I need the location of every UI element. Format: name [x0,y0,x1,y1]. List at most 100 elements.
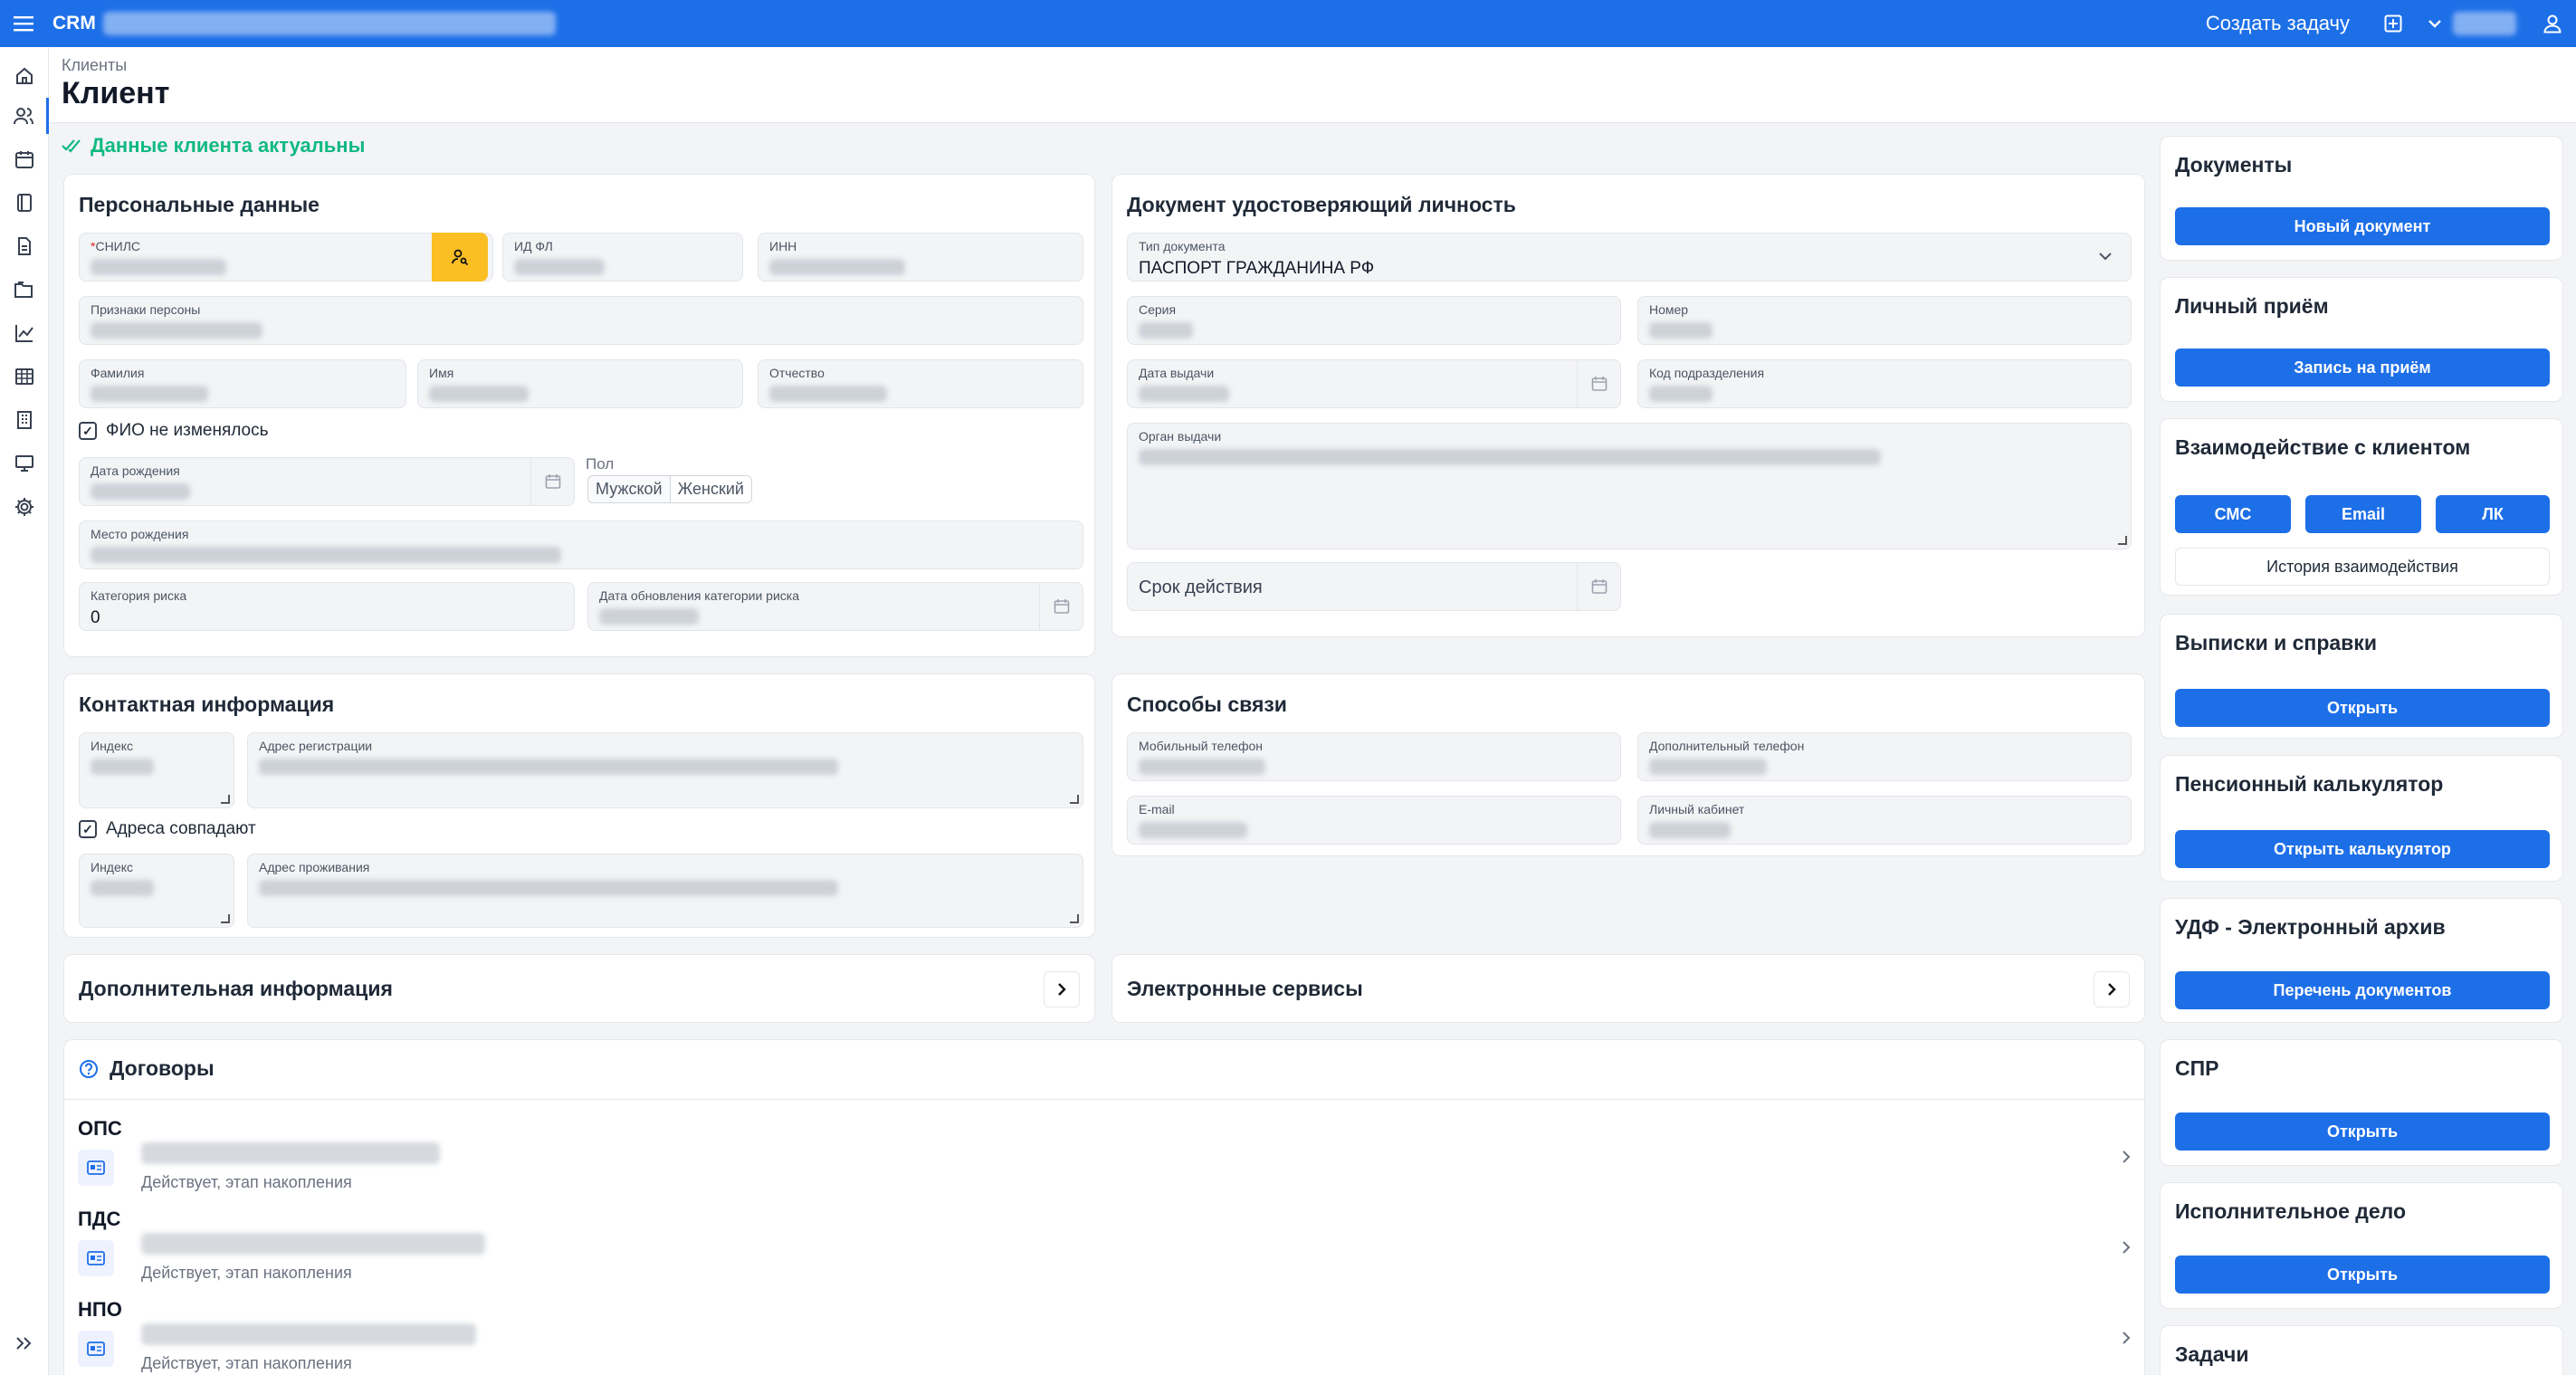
birthdate-field[interactable]: Дата рождения [79,457,575,506]
app-name: CRM [52,13,96,33]
building-icon[interactable] [0,402,49,438]
gender-female-option[interactable]: Женский [669,476,751,502]
user-icon[interactable] [2529,0,2576,47]
dept-code-field[interactable]: Код подразделения [1637,359,2132,408]
resize-handle-icon[interactable] [221,914,230,923]
add-box-icon[interactable] [2370,0,2417,47]
chevron-right-icon[interactable] [1044,971,1080,1007]
resize-handle-icon[interactable] [2118,536,2127,545]
e-services-section[interactable]: Электронные сервисы [1111,954,2145,1023]
issuer-textarea[interactable]: Орган выдачи [1127,423,2132,549]
risk-date-field[interactable]: Дата обновления категории риска [587,582,1083,631]
birthplace-field[interactable]: Место рождения [79,520,1083,569]
book-appointment-button[interactable]: Запись на приём [2175,349,2550,387]
inn-field[interactable]: ИНН [758,233,1083,282]
calendar-picker-icon[interactable] [530,458,574,505]
live-address-field[interactable]: Адрес проживания [247,854,1083,928]
chevron-down-icon[interactable] [2417,0,2453,47]
contract-row-npo[interactable]: НПО Действует, этап накопления [78,1298,2131,1375]
calendar-picker-icon[interactable] [1577,563,1620,610]
document-icon[interactable] [0,228,49,264]
pension-calculator-title: Пенсионный калькулятор [2175,772,2444,796]
folders-icon[interactable] [0,272,49,308]
risk-category-field[interactable]: Категория риска 0 [79,582,575,631]
document-type-select[interactable]: Тип документа ПАСПОРТ ГРАЖДАНИНА РФ [1127,233,2132,282]
menu-icon[interactable] [0,0,47,47]
middlename-field[interactable]: Отчество [758,359,1083,408]
new-document-button[interactable]: Новый документ [2175,207,2550,245]
index-label: Индекс [91,739,134,753]
resize-handle-icon[interactable] [221,795,230,804]
number-field[interactable]: Номер [1637,296,2132,345]
issue-date-field[interactable]: Дата выдачи [1127,359,1621,408]
firstname-field[interactable]: Имя [417,359,743,408]
live-address-label: Адрес проживания [259,860,370,874]
reg-address-field[interactable]: Адрес регистрации [247,732,1083,808]
redacted-inn [769,259,905,275]
contact-info-title: Контактная информация [79,692,335,716]
contract-row-pds[interactable]: ПДС Действует, этап накопления [78,1208,2131,1289]
redacted-birthdate [91,483,190,500]
contract-card-icon [78,1240,114,1276]
interaction-history-button[interactable]: История взаимодействия [2175,548,2550,586]
contract-name: НПО [78,1298,122,1321]
email-field[interactable]: E-mail [1127,796,1621,845]
help-circle-icon[interactable] [79,1059,99,1079]
table-icon[interactable] [0,358,49,395]
breadcrumb[interactable]: Клиенты [62,56,127,75]
create-task-link[interactable]: Создать задачу [2206,12,2350,35]
search-person-button[interactable] [432,233,488,282]
udf-archive-card: УДФ - Электронный архив Перечень докумен… [2160,898,2563,1023]
open-spr-button[interactable]: Открыть [2175,1112,2550,1151]
mobile-phone-field[interactable]: Мобильный телефон [1127,732,1621,781]
email-label: E-mail [1139,802,1175,816]
clients-icon[interactable] [0,98,49,134]
index2-field[interactable]: Индекс [79,854,234,928]
fio-unchanged-checkbox[interactable]: ✓ ФИО не изменялось [79,421,269,441]
series-field[interactable]: Серия [1127,296,1621,345]
redacted-number [1649,322,1713,339]
calendar-icon[interactable] [0,141,49,177]
validity-date-field[interactable]: Срок действия [1127,562,1621,611]
gender-male-option[interactable]: Мужской [588,476,670,502]
index-field[interactable]: Индекс [79,732,234,808]
risk-date-label: Дата обновления категории риска [599,588,799,603]
redacted-firstname [429,386,529,402]
monitor-icon[interactable] [0,445,49,482]
open-statements-button[interactable]: Открыть [2175,689,2550,727]
open-calculator-button[interactable]: Открыть калькулятор [2175,830,2550,868]
settings-gear-icon[interactable] [0,489,49,525]
email-button[interactable]: Email [2305,495,2421,533]
expand-sidebar-icon[interactable] [0,1325,49,1361]
top-bar: CRM Создать задачу [0,0,2576,47]
extra-phone-field[interactable]: Дополнительный телефон [1637,732,2132,781]
enforcement-card: Исполнительное дело Открыть [2160,1182,2563,1309]
statements-title: Выписки и справки [2175,631,2377,654]
analytics-icon[interactable] [0,315,49,351]
idfl-label: ИД ФЛ [514,239,553,253]
personal-cabinet-field[interactable]: Личный кабинет [1637,796,2132,845]
redacted-signs [91,322,262,339]
documents-list-button[interactable]: Перечень документов [2175,971,2550,1009]
lk-button[interactable]: ЛК [2436,495,2550,533]
sms-button[interactable]: СМС [2175,495,2291,533]
home-icon[interactable] [0,58,49,94]
resize-handle-icon[interactable] [1070,795,1079,804]
chevron-right-icon[interactable] [2094,971,2130,1007]
idfl-field[interactable]: ИД ФЛ [502,233,743,282]
resize-handle-icon[interactable] [1070,914,1079,923]
calendar-picker-icon[interactable] [1577,360,1620,407]
calendar-picker-icon[interactable] [1039,583,1083,630]
redacted-mobile [1139,759,1265,775]
additional-info-section[interactable]: Дополнительная информация [63,954,1095,1023]
same-address-checkbox[interactable]: ✓ Адреса совпадают [79,819,256,839]
double-check-icon [62,139,81,153]
middlename-label: Отчество [769,366,825,380]
redacted-cabinet [1649,822,1731,838]
person-signs-field[interactable]: Признаки персоны [79,296,1083,345]
book-icon[interactable] [0,185,49,221]
lastname-field[interactable]: Фамилия [79,359,406,408]
open-enforcement-button[interactable]: Открыть [2175,1256,2550,1294]
contract-row-ops[interactable]: ОПС Действует, этап накопления [78,1117,2131,1198]
gender-toggle[interactable]: Мужской Женский [587,475,752,503]
